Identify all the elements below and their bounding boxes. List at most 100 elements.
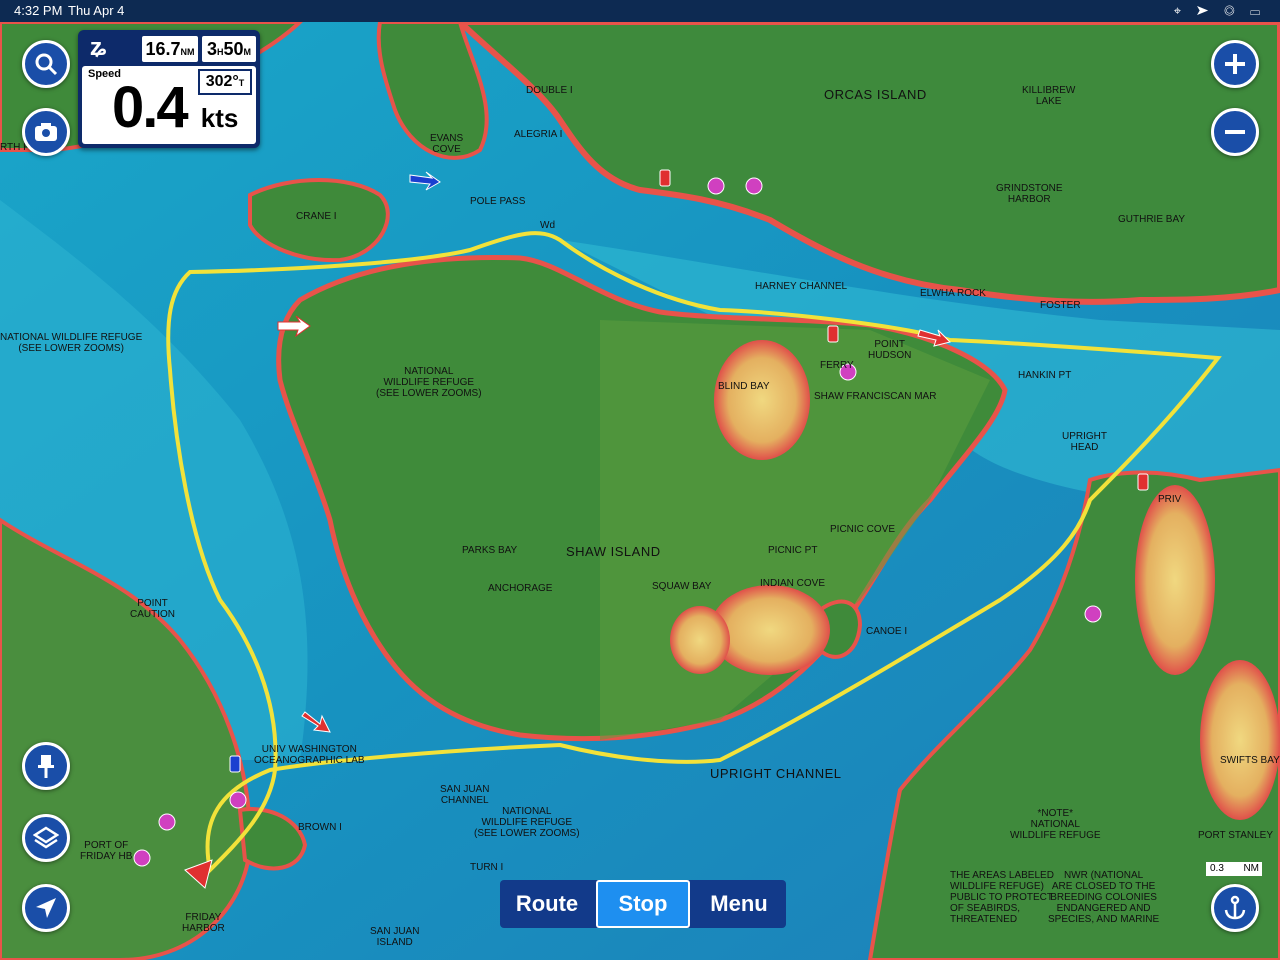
label-harney-channel: HARNEY CHANNEL (755, 281, 848, 292)
label-port-stanley: PORT STANLEY (1198, 830, 1274, 841)
label-killibrew-lake: KILLIBREW LAKE (1022, 85, 1076, 107)
marina-icon (1084, 605, 1102, 623)
distance-unit: NM (180, 47, 195, 57)
label-wd: Wd (540, 220, 555, 231)
label-picnic-point: PICNIC PT (768, 545, 818, 556)
eta-minutes-unit: M (243, 47, 252, 57)
search-button[interactable] (22, 40, 70, 88)
status-icons: ⌖ ➤ ◎ ▭ (1173, 3, 1266, 18)
scale-value: 0.3 (1210, 863, 1224, 874)
heading-unit: T (238, 78, 245, 88)
center-location-button[interactable] (22, 884, 70, 932)
plus-icon (1225, 54, 1245, 74)
label-squaw-bay: SQUAW BAY (652, 581, 712, 592)
camera-button[interactable] (22, 108, 70, 156)
status-bar: 4:32 PM Thu Apr 4 ⌖ ➤ ◎ ▭ (0, 0, 1280, 22)
marina-icon (229, 791, 247, 809)
label-indian-cove: INDIAN COVE (760, 578, 826, 589)
label-grindstone-harbor: GRINDSTONE HARBOR (996, 183, 1063, 205)
label-elwha-rock: ELWHA ROCK (920, 288, 986, 299)
label-shaw-franciscan: SHAW FRANCISCAN MAR (814, 391, 937, 402)
label-upright-channel: UPRIGHT CHANNEL (710, 766, 842, 781)
label-picnic-cove: PICNIC COVE (830, 524, 896, 535)
swifts-shoal (1200, 660, 1280, 820)
eta-readout: 3H50M (202, 36, 256, 62)
label-nwr-note: *NOTE* NATIONAL WILDLIFE REFUGE (1010, 808, 1101, 841)
label-crane-island: CRANE I (296, 211, 337, 222)
fuel-icon (1137, 473, 1149, 491)
zoom-in-button[interactable] (1211, 40, 1259, 88)
route-button[interactable]: Route (502, 882, 592, 926)
heading-readout: 302°T (198, 69, 252, 95)
scale-bar: 0.3 NM (1206, 862, 1262, 876)
waypoint-button[interactable] (22, 742, 70, 790)
marina-icon (158, 813, 176, 831)
label-parks-bay: PARKS BAY (462, 545, 518, 556)
status-date: Thu Apr 4 (68, 3, 125, 18)
nautical-chart[interactable]: ORCAS ISLAND SHAW ISLAND UPRIGHT CHANNEL… (0, 22, 1280, 960)
label-nwr-text: NWR (NATIONAL ARE CLOSED TO THE BREEDING… (1048, 870, 1160, 925)
label-pole-pass: POLE PASS (470, 196, 526, 207)
label-nwr-bottom: NATIONAL WILDLIFE REFUGE (SEE LOWER ZOOM… (474, 806, 580, 839)
label-upright-head: UPRIGHT HEAD (1062, 431, 1107, 453)
label-san-juan-channel: SAN JUAN CHANNEL (440, 784, 490, 806)
menu-button[interactable]: Menu (694, 882, 784, 926)
label-double-island: DOUBLE I (526, 85, 573, 96)
layers-button[interactable] (22, 814, 70, 862)
anchor-icon (1224, 895, 1246, 920)
label-ferry: FERRY (820, 360, 854, 371)
label-hankin-point: HANKIN PT (1018, 370, 1072, 381)
label-canoe-island: CANOE I (866, 626, 908, 637)
label-turn-island: TURN I (470, 862, 504, 873)
label-brown-island: BROWN I (298, 822, 342, 833)
fuel-icon (229, 755, 241, 773)
navigation-panel[interactable]: ʑ 16.7NM 3H50M Speed 0.4 kts 302°T (78, 30, 260, 148)
route-icon: ʑ (90, 34, 107, 61)
location-arrow-icon (36, 898, 56, 918)
camera-icon (35, 123, 57, 141)
fuel-icon (659, 169, 671, 187)
bottom-toolbar: Route Stop Menu (500, 880, 786, 928)
marina-icon (707, 177, 725, 195)
label-blind-bay: BLIND BAY (718, 381, 770, 392)
squaw-bay-shoal (670, 606, 730, 674)
label-areas-text: THE AREAS LABELED WILDLIFE REFUGE) PUBLI… (950, 870, 1054, 925)
label-shaw-island: SHAW ISLAND (566, 544, 661, 559)
label-point-hudson: POINT HUDSON (868, 339, 912, 361)
scale-unit: NM (1243, 863, 1259, 874)
label-foster: FOSTER (1040, 300, 1081, 311)
minus-icon (1225, 130, 1245, 134)
search-icon (35, 53, 58, 76)
label-nwr-left: NATIONAL WILDLIFE REFUGE (SEE LOWER ZOOM… (0, 332, 143, 354)
blind-bay-shoal (714, 340, 810, 460)
marina-icon (745, 177, 763, 195)
heading-value: 302° (205, 73, 239, 90)
label-orcas-island: ORCAS ISLAND (824, 87, 927, 102)
label-nwr-shaw: NATIONAL WILDLIFE REFUGE (SEE LOWER ZOOM… (376, 366, 482, 399)
label-guthrie-bay: GUTHRIE BAY (1118, 214, 1186, 225)
label-evans-cove: EVANS COVE (430, 133, 464, 155)
speed-box: Speed 0.4 kts 302°T (82, 66, 256, 144)
fuel-icon (827, 325, 839, 343)
label-alegria-island: ALEGRIA I (514, 129, 563, 140)
label-san-juan-island: SAN JUAN ISLAND (370, 926, 420, 948)
distance-value: 16.7 (145, 39, 181, 59)
marina-icon (133, 849, 151, 867)
speed-number: 0.4 (112, 75, 189, 140)
east-shoal (1135, 485, 1215, 675)
eta-hours: 3 (206, 39, 217, 59)
status-time: 4:32 PM (14, 3, 63, 18)
label-washington-lab: UNIV WASHINGTON OCEANOGRAPHIC LAB (254, 744, 365, 766)
zoom-out-button[interactable] (1211, 108, 1259, 156)
anchor-alarm-button[interactable] (1211, 884, 1259, 932)
speed-unit: kts (200, 103, 239, 133)
label-anchorage: ANCHORAGE (488, 583, 553, 594)
label-point-caution: POINT CAUTION (130, 598, 175, 620)
pushpin-icon (38, 755, 54, 778)
eta-minutes: 50 (223, 39, 244, 59)
stop-button[interactable]: Stop (596, 880, 690, 928)
label-private: PRIV (1158, 494, 1182, 505)
label-friday-harbor: FRIDAY HARBOR (182, 912, 225, 934)
distance-readout: 16.7NM (142, 36, 198, 62)
label-port-of-friday-harbor: PORT OF FRIDAY HB (80, 840, 133, 862)
